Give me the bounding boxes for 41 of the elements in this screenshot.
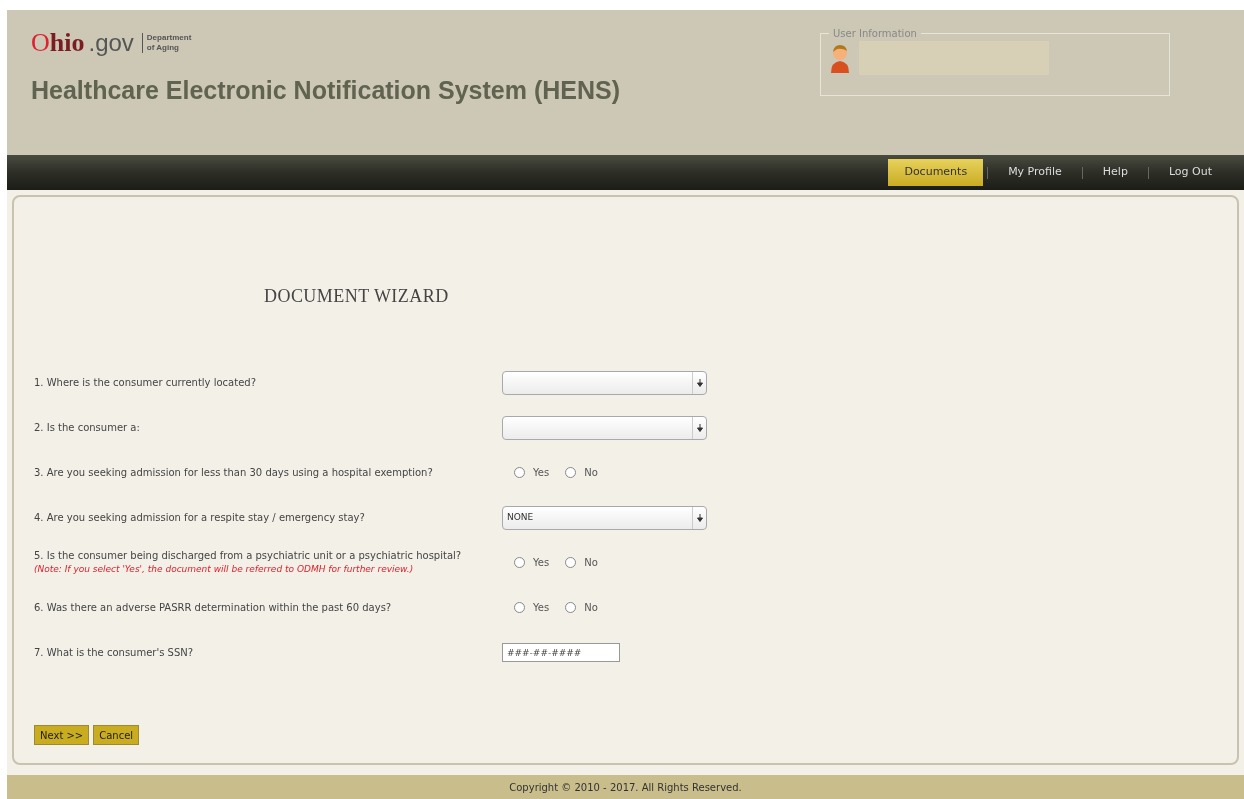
wizard-title: DOCUMENT WIZARD — [264, 285, 450, 308]
radio-option[interactable]: Yes — [514, 465, 550, 480]
nav-tab[interactable]: Help — [1086, 159, 1144, 186]
question-label: 5. Is the consumer being discharged from a psychiatric unit or a psychiatric hospital? — [34, 549, 463, 564]
wizard-button[interactable]: Cancel — [93, 725, 140, 745]
nav-tab[interactable]: Log Out — [1152, 159, 1228, 186]
nav-tab[interactable]: My Profile — [992, 159, 1078, 186]
department-text: Department of Aging — [141, 33, 192, 53]
wizard-button[interactable]: Next >> — [34, 725, 90, 745]
radio-button[interactable] — [514, 467, 525, 478]
radio-option[interactable]: Yes — [514, 555, 550, 570]
radio-option[interactable]: Yes — [514, 600, 550, 615]
dropdown[interactable] — [502, 415, 707, 440]
ssn-field[interactable]: ###-##-#### — [502, 643, 620, 662]
note-text: (Note: If you select 'Yes', the document will be referred to ODMH for further review.) — [34, 563, 415, 577]
nav-tab[interactable]: Documents — [888, 159, 984, 186]
question-label: 6. Was there an adverse PASRR determination within the past 60 days? — [34, 601, 393, 615]
dropdown-arrow-icon — [692, 416, 706, 439]
copyright-text: Copyright © 2010 - 2017. All Rights Reserved. — [509, 780, 742, 795]
radio-option[interactable]: No — [565, 600, 598, 615]
question-label: 7. What is the consumer's SSN? — [34, 646, 195, 660]
dropdown[interactable] — [502, 370, 707, 395]
app-title: Healthcare Electronic Notification System (HENS) — [31, 75, 621, 106]
user-information-legend: User Information — [829, 26, 921, 41]
user-avatar-icon — [829, 43, 851, 73]
gov-logo-text: .gov — [88, 31, 134, 55]
question-label: 2. Is the consumer a: — [34, 421, 141, 435]
radio-button[interactable] — [514, 557, 525, 568]
dropdown-arrow-icon — [692, 506, 706, 529]
radio-button[interactable] — [565, 602, 577, 613]
dropdown-arrow-icon — [692, 371, 706, 394]
radio-button[interactable] — [565, 557, 577, 568]
question-label: 1. Where is the consumer currently located? — [34, 376, 257, 390]
question-label: 4. Are you seeking admission for a respite stay / emergency stay? — [34, 511, 366, 525]
radio-option[interactable]: No — [565, 465, 598, 480]
radio-button[interactable] — [514, 602, 525, 613]
radio-option[interactable]: No — [565, 555, 598, 570]
ohio-logo-text: Ohio — [31, 30, 85, 56]
dropdown[interactable]: NONE — [502, 505, 707, 530]
question-label: 3. Are you seeking admission for less than 30 days using a hospital exemption? — [34, 466, 434, 480]
radio-button[interactable] — [565, 467, 577, 478]
